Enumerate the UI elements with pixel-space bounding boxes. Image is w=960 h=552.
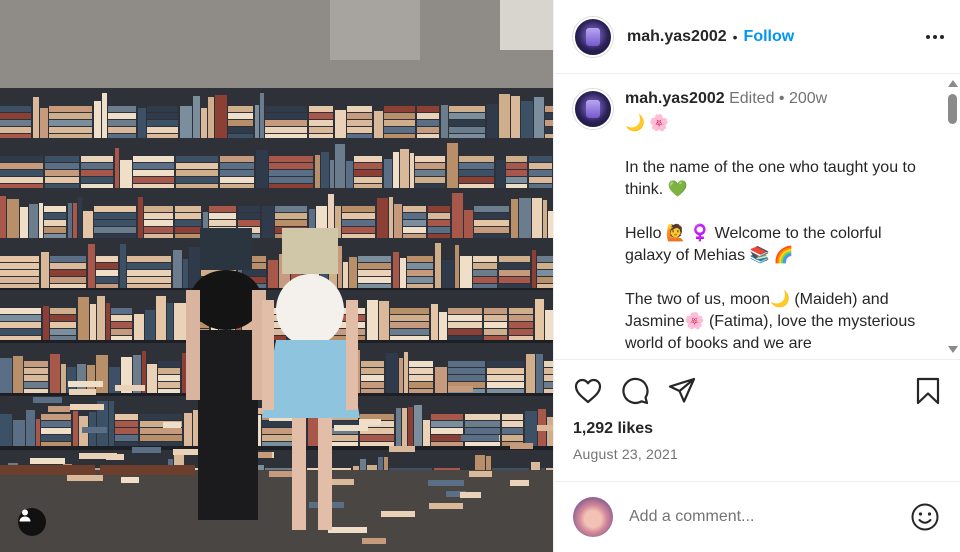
author-avatar[interactable] [573,16,613,57]
caption-meta: Edited • 200w [729,90,828,107]
caption-area: mah.yas2002 Edited • 200w 🌙 🌸 In the nam… [554,74,960,359]
user-tag-icon[interactable] [18,508,46,536]
post-details: mah.yas2002 • Follow mah.yas2002 Edited … [553,0,960,552]
emoji-icon[interactable] [910,502,940,532]
scroll-down-icon[interactable] [948,346,958,353]
share-icon[interactable] [667,376,697,406]
caption-text: 🌙 🌸 In the name of the one who taught yo… [625,115,916,352]
post-header: mah.yas2002 • Follow [554,0,960,74]
comment-input[interactable] [629,508,889,526]
like-count[interactable]: 1,292 likes [573,420,943,438]
heart-icon[interactable] [573,376,603,406]
caption-body: mah.yas2002 Edited • 200w 🌙 🌸 In the nam… [625,89,925,355]
comment-icon[interactable] [620,376,650,406]
separator-dot: • [732,28,738,45]
bookshelf-illustration [0,0,553,552]
action-bar [573,376,943,406]
scroll-thumb[interactable] [948,94,957,124]
comment-bar [554,481,960,552]
author-username[interactable]: mah.yas2002 [627,28,727,46]
viewer-avatar [573,497,613,537]
more-icon[interactable] [926,29,944,45]
caption-avatar[interactable] [573,89,613,129]
caption: mah.yas2002 Edited • 200w 🌙 🌸 In the nam… [554,74,960,355]
bookmark-icon[interactable] [913,376,943,406]
post-date: August 23, 2021 [573,446,678,462]
instagram-post: mah.yas2002 • Follow mah.yas2002 Edited … [0,0,960,552]
scroll-up-icon[interactable] [948,80,958,87]
post-photo[interactable] [0,0,553,552]
caption-header: mah.yas2002 Edited • 200w [625,89,925,109]
actions-section: 1,292 likes August 23, 2021 [554,359,960,462]
caption-scrollbar[interactable] [944,74,960,359]
caption-username[interactable]: mah.yas2002 [625,90,725,107]
follow-button[interactable]: Follow [744,28,795,46]
